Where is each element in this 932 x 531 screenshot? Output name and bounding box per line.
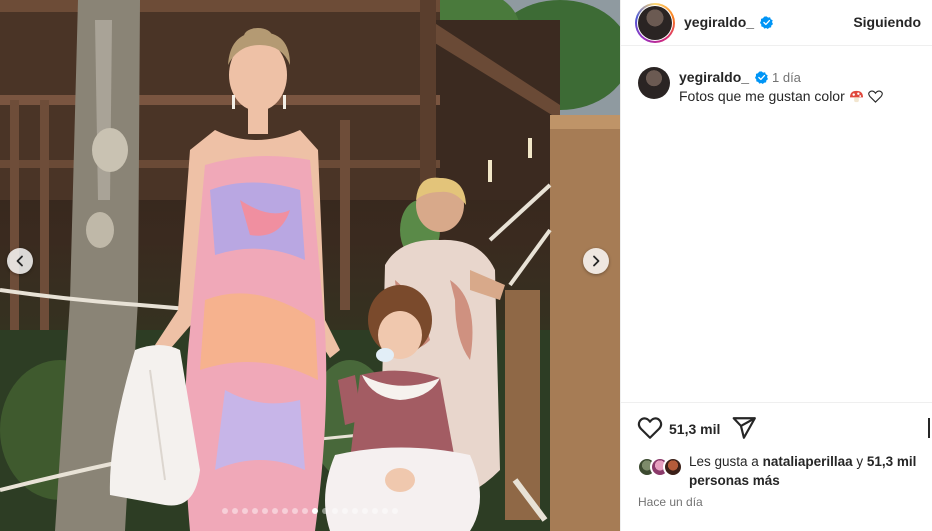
post-header: yegiraldo_ Siguiendo [621,0,932,46]
verified-badge-icon [760,16,773,29]
liked-by-others-count[interactable]: 51,3 mil [867,454,917,469]
verified-badge-icon [755,71,768,84]
chevron-right-icon [593,255,600,267]
header-username-link[interactable]: yegiraldo_ [684,14,754,30]
carousel-dot [372,508,378,514]
carousel-indicator [0,508,620,514]
liked-by-others-label[interactable]: personas más [689,473,780,488]
caption-avatar[interactable] [638,67,670,99]
caption-timestamp[interactable]: 1 día [772,70,801,85]
liked-by-avatars [637,457,685,477]
carousel-dot [262,508,268,514]
carousel-dot [322,508,328,514]
following-button[interactable]: Siguiendo [853,14,921,30]
bookmark-icon[interactable] [927,415,932,441]
carousel-dot [352,508,358,514]
caption-text: Fotos que me gustan color [679,88,883,104]
carousel-dot [272,508,278,514]
chevron-left-icon [16,255,23,267]
heart-icon[interactable] [637,415,663,441]
paper-plane-icon[interactable] [731,415,757,441]
carousel-dot [282,508,288,514]
like-count[interactable]: 51,3 mil [669,421,720,437]
liked-by-user-link[interactable]: nataliaperillaa [763,454,853,469]
post-details-panel: yegiraldo_ Siguiendo yegiraldo_ 1 día Fo… [620,0,932,531]
carousel-dot [332,508,338,514]
avatar[interactable] [638,6,672,40]
caption-username-link[interactable]: yegiraldo_ [679,69,749,85]
divider [621,402,932,403]
carousel-dot [382,508,388,514]
liked-by-summary[interactable]: Les gusta a nataliaperillaa y 51,3 mil p… [689,452,929,490]
liked-by-connector: y [856,454,864,469]
carousel-dot [232,508,238,514]
photo-image [0,0,620,531]
carousel-dot [292,508,298,514]
white-heart-emoji-icon [867,90,883,103]
carousel-dot [392,508,398,514]
carousel-dot [222,508,228,514]
liked-by-prefix: Les gusta a [689,454,759,469]
carousel-dot [252,508,258,514]
carousel-dot [302,508,308,514]
carousel-dot [342,508,348,514]
avatar [663,457,683,477]
mushroom-emoji-icon [849,90,863,103]
next-photo-button[interactable] [583,248,609,274]
caption-body: Fotos que me gustan color [679,88,845,104]
post-date[interactable]: Hace un día [638,495,703,509]
carousel-dot [242,508,248,514]
previous-photo-button[interactable] [7,248,33,274]
post-photo[interactable] [0,0,620,531]
carousel-dot [362,508,368,514]
carousel-dot [312,508,318,514]
